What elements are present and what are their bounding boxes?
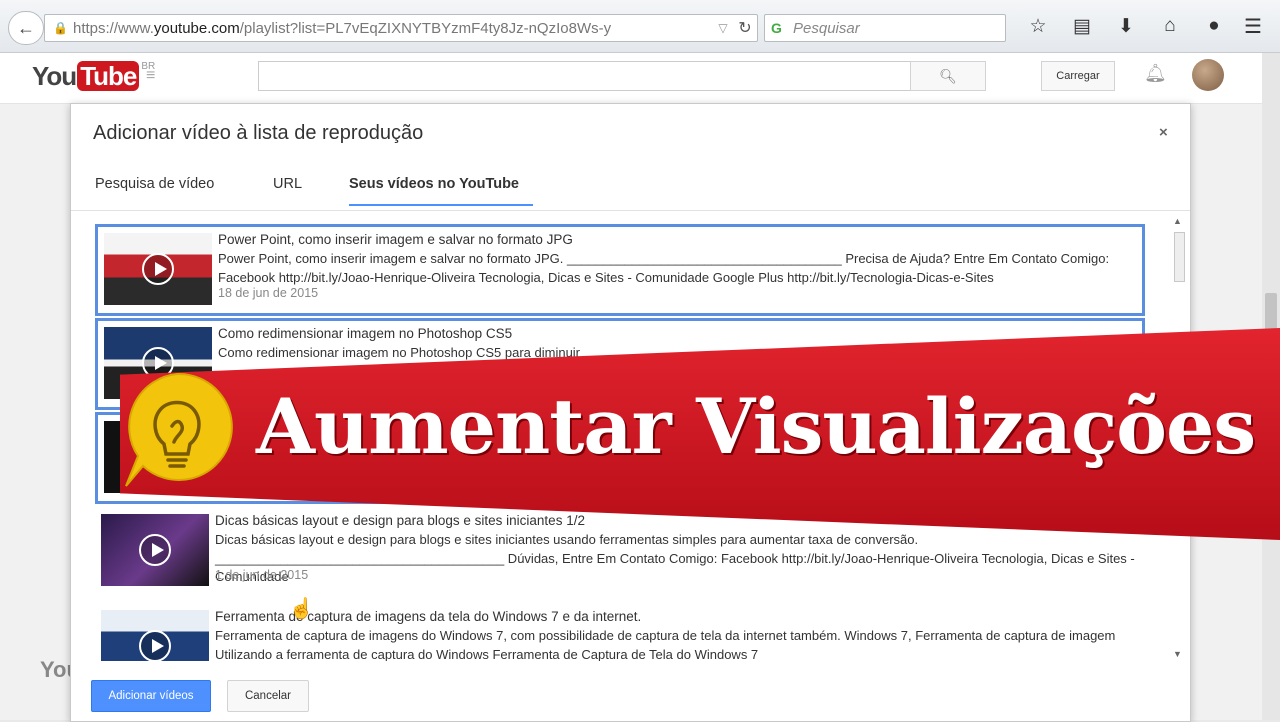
- video-description: Ferramenta de captura de imagens do Wind…: [215, 628, 1116, 661]
- dialog-footer: Adicionar vídeos Cancelar: [71, 664, 1190, 721]
- avatar[interactable]: [1192, 59, 1224, 91]
- video-item-1[interactable]: Power Point, como inserir imagem e salva…: [95, 224, 1145, 316]
- upload-button[interactable]: Carregar: [1041, 61, 1115, 91]
- chevron-down-icon[interactable]: ▽: [713, 21, 733, 35]
- address-bar[interactable]: 🔒 https://www.youtube.com/playlist?list=…: [44, 14, 758, 42]
- hamburger-menu-icon[interactable]: ☰: [1240, 14, 1266, 38]
- video-description: Dicas básicas layout e design para blogs…: [215, 532, 1135, 584]
- promo-banner-text: Aumentar Visualizações: [256, 382, 1256, 471]
- video-date: 1 de jun de 2015: [215, 568, 309, 582]
- video-title: Ferramenta de captura de imagens da tela…: [215, 609, 642, 624]
- video-title: Como redimensionar imagem no Photoshop C…: [218, 326, 513, 341]
- browser-search-input[interactable]: G Pesquisar: [764, 14, 1006, 42]
- add-videos-button[interactable]: Adicionar vídeos: [91, 680, 211, 712]
- bell-icon[interactable]: 🔔︎: [1144, 63, 1167, 84]
- home-icon[interactable]: ⌂: [1148, 12, 1192, 40]
- search-engine-icon: G: [771, 20, 782, 36]
- tab-your-videos[interactable]: Seus vídeos no YouTube: [349, 176, 533, 206]
- reading-list-icon[interactable]: ▤: [1060, 12, 1104, 40]
- scroll-up-icon[interactable]: ▲: [1173, 216, 1182, 226]
- dialog-title: Adicionar vídeo à lista de reprodução: [93, 122, 424, 144]
- video-title: Dicas básicas layout e design para blogs…: [215, 513, 585, 528]
- chat-icon[interactable]: ●: [1192, 12, 1236, 40]
- video-description: Power Point, como inserir imagem e salva…: [218, 251, 1110, 285]
- play-icon: [139, 534, 171, 566]
- download-icon[interactable]: ⬇: [1104, 12, 1148, 40]
- back-arrow-icon[interactable]: ←: [8, 11, 44, 45]
- results-scrollbar-thumb[interactable]: [1174, 232, 1185, 282]
- video-date: 18 de jun de 2015: [218, 286, 319, 300]
- video-thumbnail: [101, 610, 209, 661]
- youtube-header: You Tube BR ≡ 🔍︎ Carregar 🔔︎: [0, 53, 1262, 104]
- guide-menu-icon[interactable]: ≡: [146, 67, 155, 85]
- browser-toolbar: ← 🔒 https://www.youtube.com/playlist?lis…: [0, 0, 1280, 53]
- video-title: Power Point, como inserir imagem e salva…: [218, 232, 573, 247]
- search-icon[interactable]: 🔍︎: [910, 61, 986, 91]
- url-text: https://www.youtube.com/playlist?list=PL…: [73, 19, 612, 37]
- lock-icon: 🔒: [53, 21, 68, 35]
- close-icon[interactable]: ×: [1159, 124, 1168, 141]
- hand-cursor-icon: ☝: [289, 598, 314, 620]
- tab-bar: Pesquisa de vídeo URL Seus vídeos no You…: [71, 166, 1190, 211]
- tab-video-search[interactable]: Pesquisa de vídeo: [95, 176, 214, 206]
- youtube-logo[interactable]: You Tube BR: [32, 61, 155, 92]
- star-icon[interactable]: ☆: [1016, 12, 1060, 40]
- tab-url[interactable]: URL: [273, 176, 302, 206]
- lightbulb-icon: [125, 372, 233, 487]
- search-placeholder: Pesquisar: [793, 19, 860, 37]
- scroll-down-icon[interactable]: ▼: [1173, 649, 1182, 659]
- reload-icon[interactable]: ↻: [733, 18, 757, 38]
- play-icon: [142, 253, 174, 285]
- play-icon: [139, 630, 171, 661]
- video-thumbnail: [101, 514, 209, 586]
- cancel-button[interactable]: Cancelar: [227, 680, 309, 712]
- video-item-5[interactable]: Ferramenta de captura de imagens da tela…: [95, 604, 1145, 661]
- video-thumbnail: [104, 233, 212, 305]
- youtube-search-input[interactable]: [258, 61, 912, 91]
